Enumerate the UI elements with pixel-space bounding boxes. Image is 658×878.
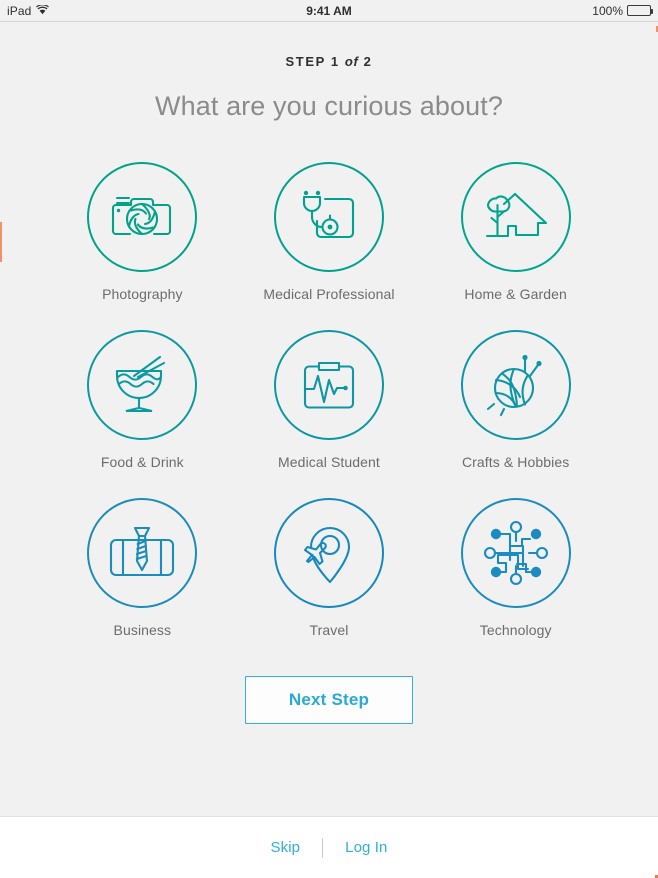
onboarding-screen: iPad 9:41 AM 100% STEP 1 of 2 What are y… — [0, 0, 658, 878]
interest-circle — [273, 162, 384, 272]
interest-circle — [87, 330, 198, 440]
status-bar-right: 100% — [592, 3, 653, 18]
status-bar-clock: 9:41 AM — [306, 3, 352, 18]
battery-percent-label: 100% — [592, 3, 623, 18]
interest-label: Travel — [309, 622, 349, 638]
interest-label: Crafts & Hobbies — [461, 454, 570, 470]
wifi-icon — [36, 4, 50, 18]
interest-tile-crafts-hobbies[interactable]: Crafts & Hobbies — [422, 330, 609, 470]
interest-label: Photography — [102, 286, 183, 302]
interest-tile-technology[interactable]: Technology — [422, 498, 609, 638]
status-bar-left: iPad — [7, 3, 50, 18]
interest-grid: Photography Medical Professional Home & … — [49, 162, 609, 638]
step-current: 1 — [330, 54, 340, 69]
status-bar: iPad 9:41 AM 100% — [0, 0, 658, 22]
interest-tile-business[interactable]: Business — [49, 498, 236, 638]
step-indicator: STEP 1 of 2 — [286, 54, 373, 69]
interest-tile-medical-professional[interactable]: Medical Professional — [236, 162, 423, 302]
skip-link[interactable]: Skip — [271, 839, 301, 856]
step-total: 2 — [363, 54, 373, 69]
page-title: What are you curious about? — [155, 91, 503, 121]
step-of: of — [344, 54, 359, 69]
interest-circle — [460, 498, 571, 608]
briefcase-tie-icon — [110, 526, 175, 577]
interest-tile-travel[interactable]: Travel — [236, 498, 423, 638]
interest-circle — [87, 162, 198, 272]
interest-tile-food-drink[interactable]: Food & Drink — [49, 330, 236, 470]
battery-full-icon — [627, 5, 653, 16]
interest-circle — [460, 330, 571, 440]
interest-circle — [273, 330, 384, 440]
camera-icon — [112, 196, 172, 236]
main-content: STEP 1 of 2 What are you curious about? — [0, 22, 658, 816]
left-edge-marker — [0, 222, 2, 262]
clipboard-ekg-icon — [303, 361, 355, 409]
interest-label: Home & Garden — [464, 286, 567, 302]
yarn-ball-icon — [486, 354, 542, 417]
stethoscope-icon — [302, 190, 355, 239]
step-prefix: STEP — [285, 54, 326, 69]
interest-label: Medical Student — [278, 454, 380, 470]
interest-label: Business — [113, 622, 172, 638]
interest-tile-home-garden[interactable]: Home & Garden — [422, 162, 609, 302]
next-step-container: Next Step — [245, 676, 413, 724]
noodle-bowl-icon — [116, 355, 166, 413]
carrier-label: iPad — [7, 3, 32, 18]
interest-label: Food & Drink — [100, 454, 184, 470]
house-tree-icon — [485, 192, 547, 238]
interest-label: Medical Professional — [263, 286, 395, 302]
next-step-button[interactable]: Next Step — [245, 676, 413, 724]
interest-circle — [87, 498, 198, 608]
interest-circle — [273, 498, 384, 608]
map-pin-plane-icon — [303, 527, 351, 584]
interest-label: Technology — [479, 622, 552, 638]
log-in-link[interactable]: Log In — [345, 839, 387, 856]
footer-divider — [322, 837, 324, 858]
interest-tile-medical-student[interactable]: Medical Student — [236, 330, 423, 470]
footer-bar: Skip Log In — [0, 816, 658, 878]
circuit-node-icon — [483, 520, 548, 586]
interest-circle — [460, 162, 571, 272]
interest-tile-photography[interactable]: Photography — [49, 162, 236, 302]
